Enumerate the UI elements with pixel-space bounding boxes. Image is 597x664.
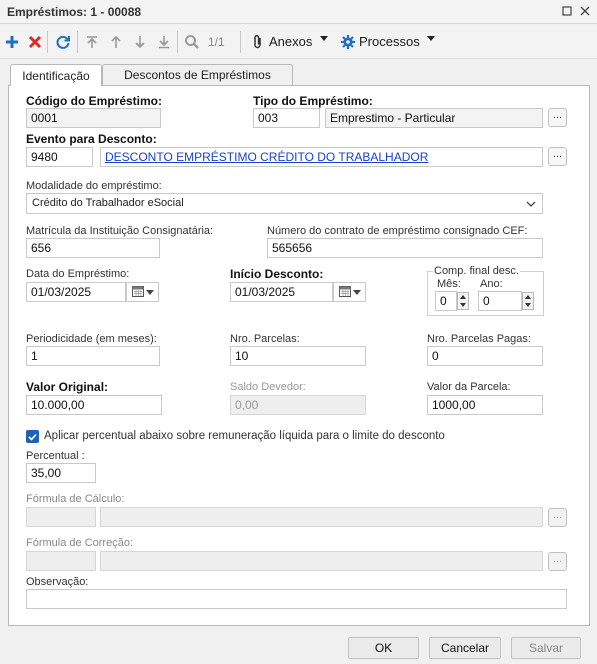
- nro-parcelas-field[interactable]: 10: [230, 346, 366, 366]
- mes-label: Mês:: [437, 278, 461, 290]
- chevron-down-icon: [526, 199, 536, 211]
- ano-spinner[interactable]: [522, 292, 534, 310]
- periodicidade-label: Periodicidade (em meses):: [26, 333, 157, 345]
- toolbar-separator: [47, 31, 48, 53]
- modalidade-label: Modalidade do empréstimo:: [26, 180, 162, 192]
- toolbar-separator: [240, 31, 241, 53]
- attachments-button[interactable]: Anexos: [269, 34, 312, 49]
- matricula-field[interactable]: 656: [26, 238, 160, 258]
- save-button[interactable]: Salvar: [511, 637, 581, 659]
- valor-original-field[interactable]: 10.000,00: [26, 395, 162, 415]
- record-pager: 1/1: [208, 35, 225, 49]
- inicio-desconto-label: Início Desconto:: [230, 267, 324, 281]
- periodicidade-field[interactable]: 1: [26, 346, 160, 366]
- percentual-field[interactable]: 35,00: [26, 463, 96, 483]
- cancel-button[interactable]: Cancelar: [429, 637, 501, 659]
- observacao-field[interactable]: [26, 589, 567, 609]
- chevron-down-icon: [352, 285, 361, 299]
- add-icon[interactable]: [2, 32, 22, 52]
- valor-parcela-field[interactable]: 1000,00: [427, 395, 543, 415]
- formula-calculo-lookup-button: ...: [548, 508, 567, 527]
- matricula-label: Matrícula da Instituição Consignatária:: [26, 225, 214, 237]
- previous-record-icon[interactable]: [106, 32, 126, 52]
- spin-up-icon: [460, 295, 466, 299]
- search-icon[interactable]: [182, 32, 202, 52]
- calendar-button[interactable]: [333, 282, 366, 302]
- checkmark-icon: [28, 433, 37, 441]
- evento-desc-link[interactable]: DESCONTO EMPRÉSTIMO CRÉDITO DO TRABALHAD…: [100, 147, 543, 167]
- tab-descontos-emprestimos[interactable]: Descontos de Empréstimos: [102, 64, 293, 85]
- spin-down-icon: [525, 303, 531, 307]
- mes-field[interactable]: 0: [435, 291, 457, 311]
- spin-down-icon: [460, 303, 466, 307]
- calendar-icon: [338, 285, 351, 300]
- data-emprestimo-label: Data do Empréstimo:: [26, 268, 130, 280]
- toolbar-separator: [177, 31, 178, 53]
- window-title: Empréstimos: 1 - 00088: [7, 5, 142, 19]
- formula-calculo-desc-field: [100, 507, 543, 527]
- codigo-label: Código do Empréstimo:: [26, 94, 162, 108]
- first-record-icon[interactable]: [82, 32, 102, 52]
- chevron-down-icon: [145, 285, 154, 299]
- modalidade-select[interactable]: Crédito do Trabalhador eSocial: [26, 193, 543, 214]
- percentual-label: Percentual :: [26, 450, 85, 462]
- ano-label: Ano:: [480, 278, 503, 290]
- codigo-field[interactable]: 0001: [26, 108, 161, 128]
- ok-button[interactable]: OK: [348, 637, 419, 659]
- formula-correcao-code-field: [26, 551, 96, 571]
- inicio-desconto-field[interactable]: 01/03/2025: [230, 282, 333, 302]
- tipo-code-field[interactable]: 003: [253, 108, 320, 128]
- contrato-label: Número do contrato de empréstimo consign…: [267, 225, 528, 237]
- aplicar-percentual-label: Aplicar percentual abaixo sobre remunera…: [44, 430, 445, 442]
- formula-calculo-code-field: [26, 507, 96, 527]
- toolbar-separator: [77, 31, 78, 53]
- toolbar: 1/1 Anexos Processos: [0, 25, 597, 59]
- ano-field[interactable]: 0: [478, 291, 522, 311]
- data-emprestimo-field[interactable]: 01/03/2025: [26, 282, 126, 302]
- title-bar: Empréstimos: 1 - 00088: [0, 0, 597, 24]
- evento-code-field[interactable]: 9480: [26, 147, 93, 167]
- formula-correcao-label: Fórmula de Correção:: [26, 537, 133, 549]
- saldo-devedor-field: 0,00: [230, 395, 366, 415]
- observacao-label: Observação:: [26, 576, 89, 588]
- nro-parcelas-label: Nro. Parcelas:: [230, 333, 300, 345]
- evento-label: Evento para Desconto:: [26, 132, 157, 146]
- next-record-icon[interactable]: [130, 32, 150, 52]
- evento-lookup-button[interactable]: ...: [548, 147, 567, 166]
- spin-up-icon: [525, 295, 531, 299]
- chevron-down-icon[interactable]: [320, 36, 328, 41]
- paperclip-icon[interactable]: [248, 32, 268, 52]
- parcelas-pagas-field[interactable]: 0: [427, 346, 543, 366]
- mes-spinner[interactable]: [457, 292, 469, 310]
- maximize-icon[interactable]: [559, 3, 575, 19]
- modalidade-value: Crédito do Trabalhador eSocial: [32, 197, 184, 209]
- delete-icon[interactable]: [25, 32, 45, 52]
- processes-button[interactable]: Processos: [359, 34, 420, 49]
- comp-final-label: Comp. final desc.: [433, 265, 520, 277]
- formula-correcao-lookup-button: ...: [548, 552, 567, 571]
- contrato-field[interactable]: 565656: [267, 238, 543, 258]
- close-icon[interactable]: [577, 3, 593, 19]
- valor-original-label: Valor Original:: [26, 380, 109, 394]
- valor-parcela-label: Valor da Parcela:: [427, 381, 511, 393]
- calendar-button[interactable]: [126, 282, 159, 302]
- formula-correcao-desc-field: [100, 551, 543, 571]
- aplicar-percentual-checkbox[interactable]: [26, 430, 39, 443]
- tab-identificacao[interactable]: Identificação: [10, 64, 102, 86]
- formula-calculo-label: Fórmula de Cálculo:: [26, 493, 125, 505]
- tipo-desc-field: Emprestimo - Particular: [325, 108, 543, 128]
- calendar-icon: [131, 285, 144, 300]
- chevron-down-icon[interactable]: [427, 36, 435, 41]
- parcelas-pagas-label: Nro. Parcelas Pagas:: [427, 333, 531, 345]
- tipo-label: Tipo do Empréstimo:: [253, 94, 373, 108]
- refresh-icon[interactable]: [53, 32, 73, 52]
- last-record-icon[interactable]: [154, 32, 174, 52]
- saldo-devedor-label: Saldo Devedor:: [230, 381, 306, 393]
- gear-icon[interactable]: [338, 32, 358, 52]
- tipo-lookup-button[interactable]: ...: [548, 108, 567, 127]
